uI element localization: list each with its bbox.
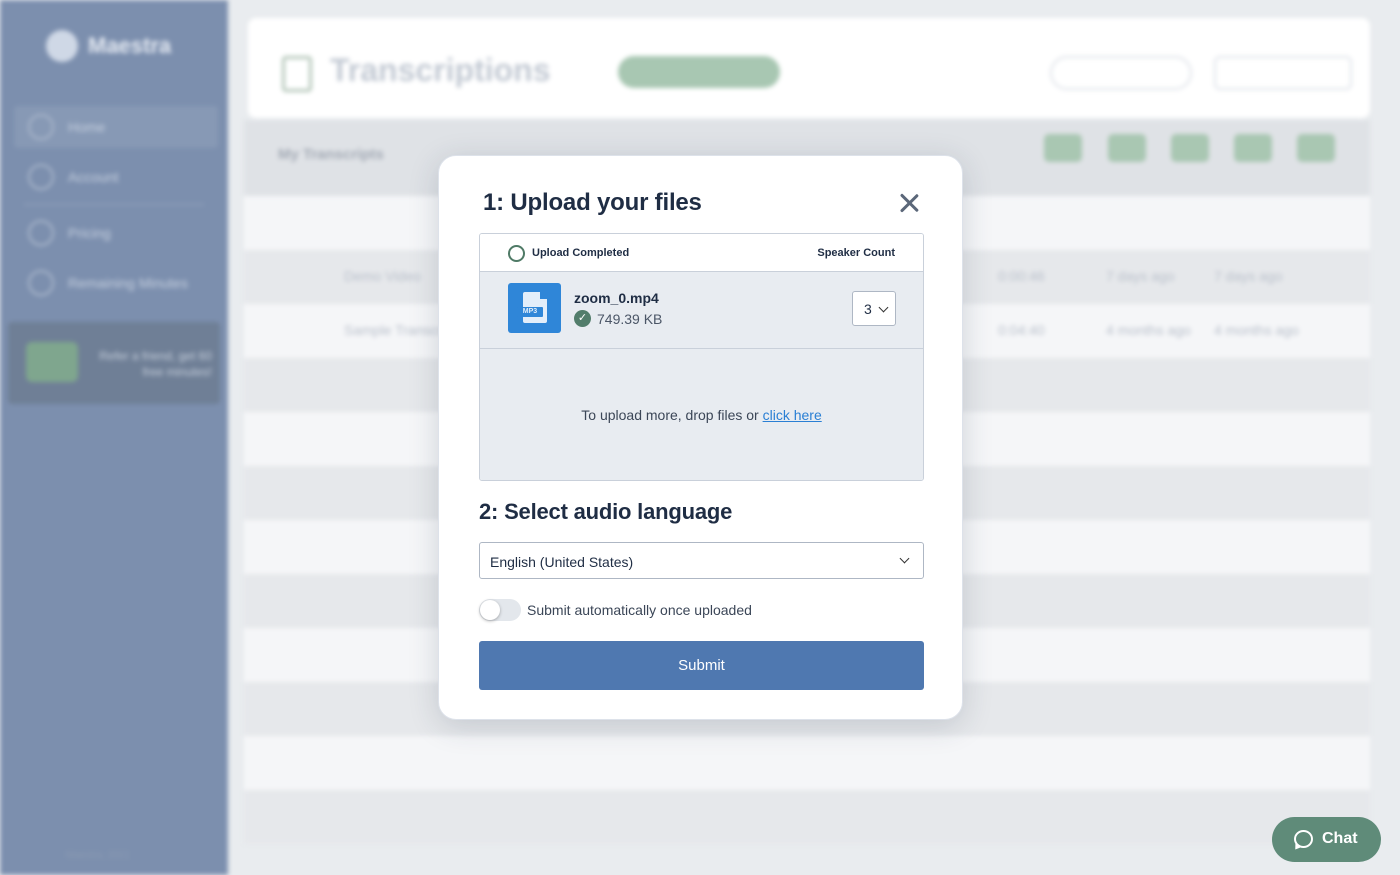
duplicate-icon[interactable]	[1297, 134, 1335, 162]
sidebar-item-remaining-minutes[interactable]: Remaining Minutes	[14, 262, 218, 304]
refer-text: Refer a friend, get 60 free minutes!	[99, 349, 212, 379]
chat-label: Chat	[1322, 830, 1358, 847]
user-icon	[28, 164, 54, 190]
upload-box-header: Upload Completed Speaker Count	[480, 234, 923, 272]
auto-submit-label: Submit automatically once uploaded	[527, 602, 752, 618]
search-input[interactable]	[1050, 56, 1192, 90]
row-modified: 7 days ago	[1214, 268, 1283, 284]
remove-icon[interactable]	[1234, 134, 1272, 162]
file-row: MP3 zoom_0.mp4 ✓ 749.39 KB 3	[480, 272, 923, 349]
maestra-logo-icon	[46, 30, 78, 62]
language-value: English (United States)	[490, 554, 634, 570]
submit-button[interactable]: Submit	[479, 641, 924, 690]
chevron-down-icon	[899, 553, 910, 564]
bolt-icon	[28, 220, 54, 246]
audio-file-icon: MP3	[508, 283, 561, 333]
close-icon[interactable]	[896, 190, 922, 216]
speaker-count-select[interactable]: 3	[852, 291, 896, 326]
minutes-icon	[28, 270, 54, 296]
upload-status-label: Upload Completed	[532, 247, 630, 259]
rename-icon[interactable]	[1171, 134, 1209, 162]
sidebar-item-pricing[interactable]: Pricing	[14, 212, 218, 254]
sort-select[interactable]	[1214, 56, 1352, 90]
drop-instructions: To upload more, drop files or click here	[480, 407, 923, 423]
sidebar-footer: Maestra, 2021	[66, 850, 130, 861]
table-empty-row	[244, 790, 1370, 844]
row-duration: 0:00:46	[998, 268, 1045, 284]
sidebar-item-label: Remaining Minutes	[68, 275, 188, 291]
new-folder-icon[interactable]	[1044, 134, 1082, 162]
refer-banner[interactable]: Refer a friend, get 60 free minutes!	[8, 322, 220, 404]
table-empty-row	[244, 736, 1370, 790]
speaker-count-label: Speaker Count	[817, 247, 895, 259]
sidebar-item-home[interactable]: Home	[14, 106, 218, 148]
brand-logo: Maestra	[46, 30, 171, 62]
file-size: 749.39 KB	[597, 311, 663, 327]
modal-title: 1: Upload your files	[483, 189, 702, 216]
chat-bubble-icon	[1294, 830, 1313, 848]
row-uploaded: 7 days ago	[1106, 268, 1175, 284]
toggle-knob	[480, 600, 500, 620]
row-duration: 0:04:40	[998, 322, 1045, 338]
language-section-title: 2: Select audio language	[479, 499, 733, 524]
drop-text: To upload more, drop files or	[581, 407, 763, 423]
main-header: Transcriptions	[248, 18, 1370, 118]
language-select[interactable]: English (United States)	[479, 542, 924, 579]
file-drop-zone[interactable]: To upload more, drop files or click here	[480, 349, 923, 480]
row-modified: 4 months ago	[1214, 322, 1299, 338]
auto-submit-toggle[interactable]	[479, 599, 521, 621]
brand-name: Maestra	[88, 33, 172, 58]
sidebar-divider	[24, 204, 204, 205]
refer-tag	[26, 342, 78, 382]
row-name: Demo Video	[344, 268, 421, 284]
click-here-link[interactable]: click here	[763, 407, 822, 423]
upload-status-icon	[508, 245, 525, 262]
sidebar-item-account[interactable]: Account	[14, 156, 218, 198]
speaker-count-value: 3	[864, 301, 872, 317]
chevron-down-icon	[878, 302, 889, 313]
upload-modal: 1: Upload your files Upload Completed Sp…	[438, 155, 963, 720]
file-name: zoom_0.mp4	[574, 290, 659, 306]
sidebar-item-label: Account	[68, 169, 119, 185]
new-transcription-button[interactable]	[618, 56, 780, 88]
sidebar: Maestra Home Account Pricing Remaining M…	[0, 0, 228, 875]
document-icon	[282, 56, 312, 92]
check-icon: ✓	[574, 310, 591, 327]
transcripts-label: My Transcripts	[278, 146, 384, 163]
file-type-badge: MP3	[517, 307, 543, 317]
page-title: Transcriptions	[330, 52, 551, 88]
home-icon	[28, 114, 54, 140]
sidebar-item-label: Pricing	[68, 225, 111, 241]
upload-box: Upload Completed Speaker Count MP3 zoom_…	[479, 233, 924, 481]
row-uploaded: 4 months ago	[1106, 322, 1191, 338]
sidebar-item-label: Home	[68, 119, 106, 135]
chat-button[interactable]: Chat	[1272, 817, 1381, 862]
move-icon[interactable]	[1108, 134, 1146, 162]
